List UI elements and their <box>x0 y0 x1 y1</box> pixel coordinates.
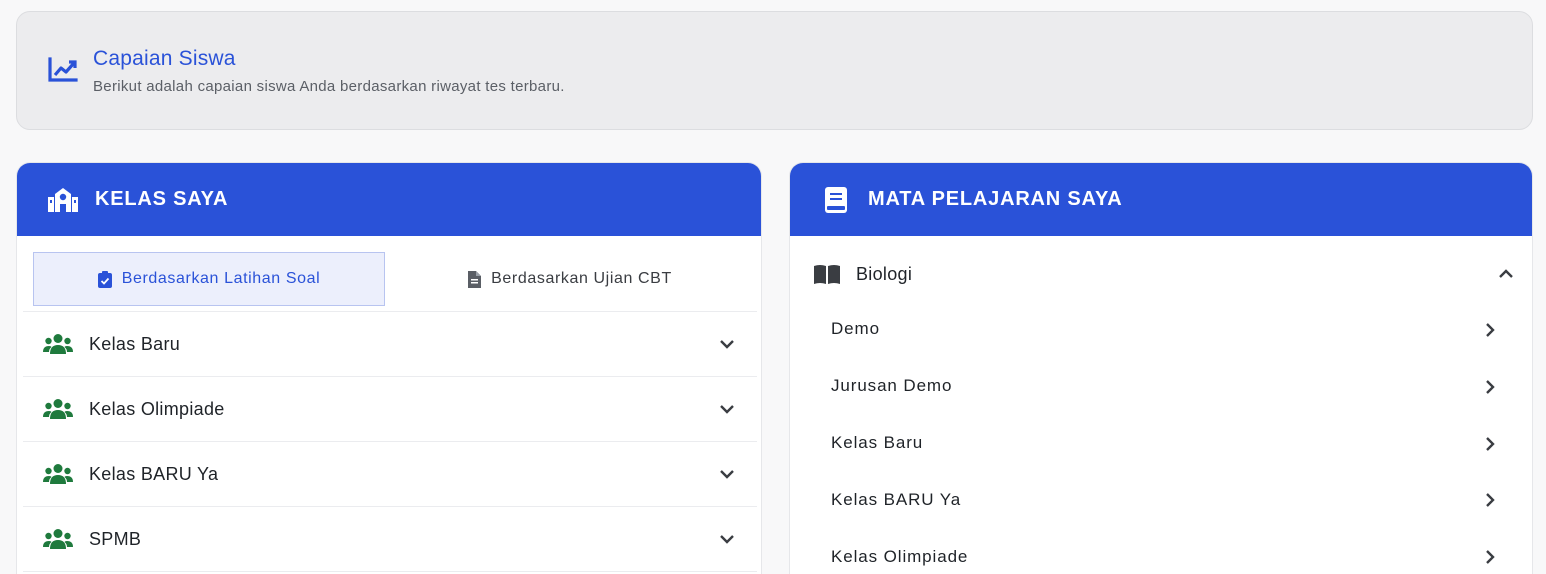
subject-class-list: Demo Jurusan Demo Kelas Baru Kelas BARU … <box>831 301 1495 574</box>
tab-ujian-cbt-label: Berdasarkan Ujian CBT <box>491 270 672 287</box>
subject-item-label: Kelas Baru <box>831 432 924 452</box>
clipboard-check-icon <box>97 270 112 288</box>
book-open-icon <box>814 264 840 284</box>
banner-subtitle: Berikut adalah capaian siswa Anda berdas… <box>93 78 565 95</box>
subject-item-label: Kelas BARU Ya <box>831 489 962 509</box>
chevron-right-icon[interactable] <box>1485 436 1495 452</box>
subject-item-kelas-olimpiade[interactable]: Kelas Olimpiade <box>831 528 1495 574</box>
class-label: Kelas BARU Ya <box>89 463 219 484</box>
subject-item-kelas-baru[interactable]: Kelas Baru <box>831 415 1495 472</box>
users-icon <box>43 333 73 355</box>
my-classes-title: KELAS SAYA <box>95 188 229 210</box>
subject-biologi[interactable]: Biologi <box>814 258 1514 290</box>
chevron-up-icon[interactable] <box>1498 267 1514 279</box>
chevron-down-icon[interactable] <box>719 532 735 544</box>
chevron-right-icon[interactable] <box>1485 379 1495 395</box>
class-tabs: Berdasarkan Latihan Soal Berdasarkan Uji… <box>33 252 755 306</box>
chevron-right-icon[interactable] <box>1485 492 1495 508</box>
achievement-banner: Capaian Siswa Berikut adalah capaian sis… <box>16 11 1533 130</box>
school-icon <box>47 186 79 214</box>
subject-item-demo[interactable]: Demo <box>831 301 1495 358</box>
subject-label: Biologi <box>856 263 913 284</box>
subject-item-label: Jurusan Demo <box>831 376 953 396</box>
tab-ujian-cbt[interactable]: Berdasarkan Ujian CBT <box>385 252 755 306</box>
class-row-kelas-olimpiade[interactable]: Kelas Olimpiade <box>23 376 757 441</box>
chevron-down-icon[interactable] <box>719 402 735 414</box>
my-subjects-header: MATA PELAJARAN SAYA <box>790 163 1532 236</box>
my-classes-header: KELAS SAYA <box>17 163 761 236</box>
users-icon <box>43 398 73 420</box>
subject-item-label: Demo <box>831 319 880 339</box>
my-classes-card: KELAS SAYA Berdasarkan Latihan Soal Berd… <box>16 162 762 574</box>
class-label: SPMB <box>89 528 142 549</box>
chevron-down-icon[interactable] <box>719 337 735 349</box>
file-text-icon <box>468 270 482 288</box>
users-icon <box>43 528 73 550</box>
subject-item-jurusan-demo[interactable]: Jurusan Demo <box>831 358 1495 415</box>
chevron-right-icon[interactable] <box>1485 549 1495 565</box>
chart-line-icon <box>47 56 79 84</box>
my-subjects-card: MATA PELAJARAN SAYA Biologi Demo Jurusan… <box>789 162 1533 574</box>
class-list: Kelas Baru Kelas Olimpiade Kelas BARU Ya… <box>23 311 757 574</box>
book-icon <box>820 186 852 214</box>
class-row-spmb[interactable]: SPMB <box>23 506 757 571</box>
class-row-kelas-baru[interactable]: Kelas Baru <box>23 311 757 376</box>
subject-item-kelas-baru-ya[interactable]: Kelas BARU Ya <box>831 471 1495 528</box>
chevron-down-icon[interactable] <box>719 467 735 479</box>
banner-title: Capaian Siswa <box>93 47 236 70</box>
my-subjects-title: MATA PELAJARAN SAYA <box>868 188 1123 210</box>
tab-latihan-soal[interactable]: Berdasarkan Latihan Soal <box>33 252 385 306</box>
class-label: Kelas Baru <box>89 333 181 354</box>
users-icon <box>43 463 73 485</box>
chevron-right-icon[interactable] <box>1485 322 1495 338</box>
subject-item-label: Kelas Olimpiade <box>831 546 969 566</box>
class-label: Kelas Olimpiade <box>89 398 225 419</box>
class-row-kelas-baru-ya[interactable]: Kelas BARU Ya <box>23 441 757 506</box>
tab-latihan-soal-label: Berdasarkan Latihan Soal <box>121 270 321 287</box>
